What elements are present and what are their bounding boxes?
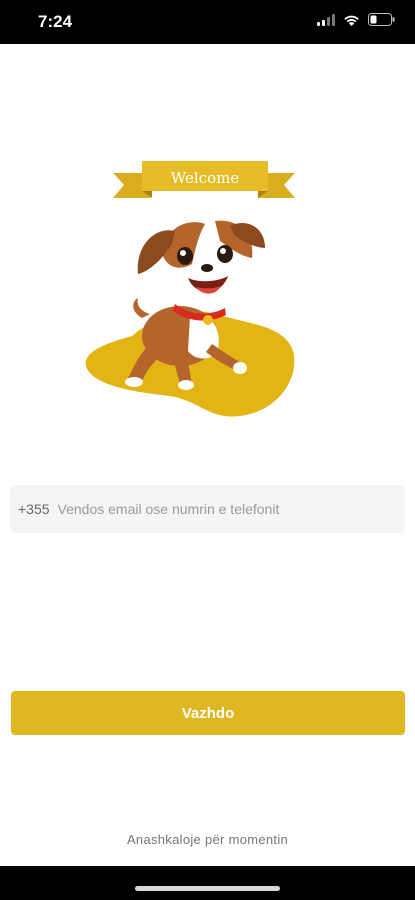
email-or-phone-input[interactable] xyxy=(57,501,405,517)
hero-illustration: Welcome xyxy=(85,161,295,417)
status-bar: 7:24 xyxy=(0,0,415,44)
signal-icon xyxy=(317,13,335,26)
login-field[interactable]: +355 xyxy=(10,485,405,533)
welcome-screen: Welcome +355 Vendos email ose numrin e t… xyxy=(0,44,415,866)
home-bar-area xyxy=(0,866,415,900)
battery-icon xyxy=(368,13,395,26)
status-time: 7:24 xyxy=(38,12,73,31)
skip-for-now-link[interactable]: Anashkaloje për momentin xyxy=(0,832,415,847)
country-code[interactable]: +355 xyxy=(18,501,50,517)
welcome-banner-text: Welcome xyxy=(171,169,240,187)
continue-button[interactable]: Vazhdo xyxy=(11,691,405,735)
welcome-ribbon: Welcome xyxy=(113,161,295,198)
status-icons xyxy=(317,13,395,26)
wifi-icon xyxy=(344,15,359,26)
home-indicator[interactable] xyxy=(135,886,280,891)
